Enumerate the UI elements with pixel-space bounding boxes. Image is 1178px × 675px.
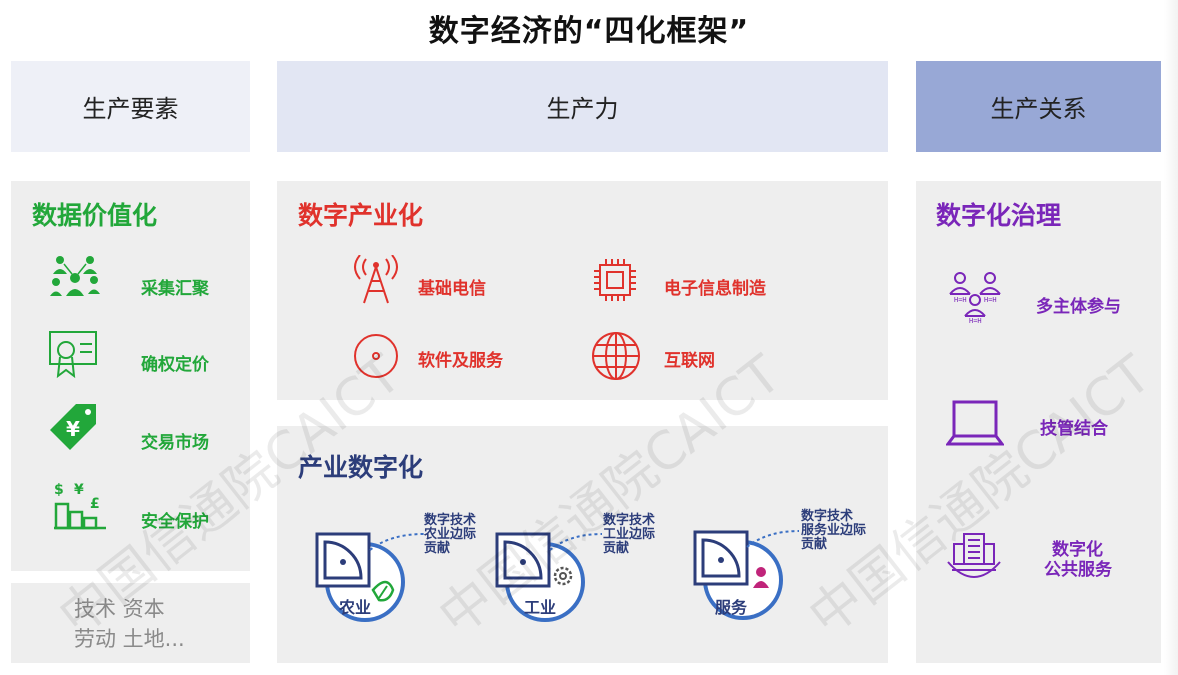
- public-service-icon: [946, 530, 1002, 584]
- agriculture-note: 数字技术 农业边际 贡献: [424, 513, 477, 556]
- header-production-relations: 生产关系: [916, 61, 1161, 152]
- svg-text:H=H: H=H: [969, 317, 982, 324]
- item-security: 安全保护: [141, 512, 209, 532]
- digital-industrialization-title: 数字产业化: [298, 201, 424, 230]
- telecom-tower-icon: [352, 255, 400, 305]
- svg-text:¥: ¥: [74, 482, 84, 498]
- item-collect: 采集汇聚: [141, 279, 209, 299]
- item-multi-stakeholder: 多主体参与: [1036, 297, 1121, 317]
- panel-data-valorization: [11, 181, 250, 571]
- svg-text:H=H: H=H: [954, 296, 967, 304]
- item-market: 交易市场: [141, 433, 209, 453]
- industrial-digitalization-title: 产业数字化: [298, 453, 424, 482]
- header-production-factors: 生产要素: [11, 61, 250, 152]
- chip-icon: [590, 255, 640, 305]
- agriculture-connector: [368, 528, 426, 552]
- certificate-icon: [48, 330, 100, 380]
- factors-line-2: 劳动 土地...: [74, 627, 185, 651]
- svg-text:¥: ¥: [66, 417, 80, 441]
- item-basic-telecom: 基础电信: [418, 279, 486, 299]
- svg-text:£: £: [90, 496, 100, 512]
- globe-icon: [590, 330, 642, 382]
- item-internet: 互联网: [664, 351, 715, 371]
- price-tag-icon: ¥: [46, 400, 100, 452]
- sector-services-label: 服务: [715, 598, 748, 617]
- disc-icon: [352, 332, 400, 380]
- page-edge: [1164, 0, 1178, 675]
- page-title: 数字经济的“四化框架”: [428, 14, 750, 49]
- sector-agriculture-label: 农业: [339, 598, 372, 617]
- collect-icon: [48, 250, 104, 302]
- laptop-icon: [946, 398, 1004, 452]
- services-note: 数字技术 服务业边际 贡献: [801, 509, 867, 552]
- safety-protection-icon: $ ¥ £: [52, 480, 108, 530]
- multi-stakeholder-icon: H=H H=H H=H: [946, 268, 1004, 324]
- industry-connector: [548, 528, 604, 552]
- svg-text:$: $: [54, 482, 64, 498]
- factors-line-1: 技术 资本: [74, 597, 165, 621]
- item-software-services: 软件及服务: [418, 351, 503, 371]
- sector-industry-label: 工业: [524, 598, 557, 617]
- item-tech-management: 技管结合: [1040, 419, 1108, 439]
- item-public-service: 公共服务: [1044, 560, 1112, 580]
- services-connector: [745, 525, 801, 549]
- data-valorization-title: 数据价值化: [32, 201, 158, 230]
- digital-governance-title: 数字化治理: [936, 201, 1062, 230]
- header-productivity: 生产力: [277, 61, 888, 152]
- item-electronic-manufacturing: 电子信息制造: [664, 279, 766, 299]
- svg-text:H=H: H=H: [984, 296, 997, 304]
- item-pricing: 确权定价: [141, 355, 209, 375]
- industry-note: 数字技术 工业边际 贡献: [603, 513, 656, 556]
